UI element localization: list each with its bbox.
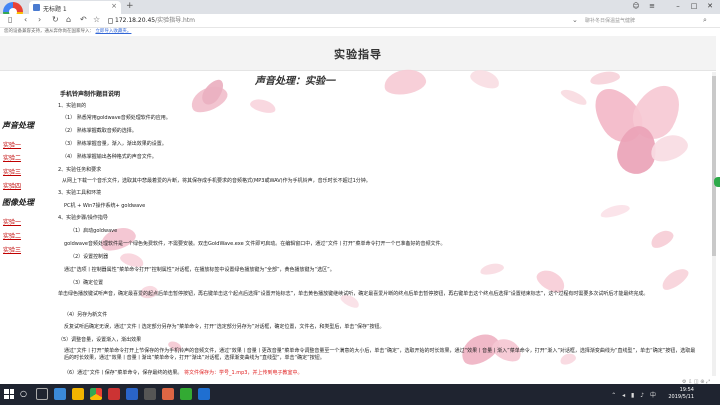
minimize-button[interactable]: – xyxy=(670,0,686,14)
flower-petal-image xyxy=(648,226,676,252)
upload-instruction: 将文件保存为：学号_1.mp3，并上传到电子教室中。 xyxy=(183,370,303,376)
app-taskbar-icon[interactable] xyxy=(198,388,210,400)
system-tray-icons[interactable]: ⌃ ◂ ▮ ♪ 中 xyxy=(611,390,658,399)
sidebar-item-sound-exp4[interactable]: 实验四 xyxy=(3,181,21,190)
sub-heading: （4）另存为新文件 xyxy=(64,312,108,318)
edge-browser-icon[interactable] xyxy=(54,388,66,400)
forward-button[interactable]: › xyxy=(38,15,41,24)
address-toolbar: ▯ ‹ › ↻ ⌂ ↶ ☆ 172.18.20.45/实验指导.htm ⌄ 聊补… xyxy=(0,14,720,28)
flower-petal-image xyxy=(559,86,589,108)
search-input[interactable]: 聊补冬日保温益气健脾 xyxy=(583,16,701,26)
import-info-bar: 您的设备兼容支持，通从奔你尚在国家导入： 立即导入收藏夹。 xyxy=(0,28,720,36)
window-controls: ☺ ≡ – □ ✕ xyxy=(628,0,718,14)
text-line: 通过“选项丨控制器属性”菜单命令打开“控制属性”对话框，在播放标签中设置绿色播放… xyxy=(64,267,335,273)
menu-icon[interactable]: ≡ xyxy=(644,0,660,14)
app-taskbar-icon[interactable] xyxy=(180,388,192,400)
flower-petal-image xyxy=(589,69,621,87)
browser-window: 无标题 1 × + ☺ ≡ – □ ✕ ▯ ‹ › ↻ ⌂ ↶ ☆ 172.18… xyxy=(0,0,720,405)
sidebar-toggle-icon[interactable]: ▯ xyxy=(8,15,12,24)
step-heading: 4、实验步骤/操作指导 xyxy=(58,215,108,221)
section-heading: 手机铃声制作题目说明 xyxy=(60,91,121,98)
flower-petal-image xyxy=(658,264,692,294)
text-paragraph: 通过“文件丨打开”菜单命令打开上节保存的作为手机铃声的音频文件，通过“效果丨音量… xyxy=(64,348,696,361)
dropdown-chevron-icon[interactable]: ⌄ xyxy=(572,16,578,24)
step-heading: 1、实验目的 xyxy=(58,103,87,109)
sidebar-item-image-exp1[interactable]: 实验一 xyxy=(3,217,21,226)
task-view-icon[interactable] xyxy=(36,388,48,400)
clock[interactable]: 19:54 2019/5/11 xyxy=(668,387,694,401)
flower-petal-image xyxy=(599,202,631,220)
text-line: 从网上下载一个音乐文件，选取其中悲最着爱的片断，将其保存成手机要求的音频格式(M… xyxy=(62,178,371,184)
sidebar-item-sound-exp3[interactable]: 实验三 xyxy=(3,167,21,176)
text-line: PC机 + Win7操作系统+ goldwave xyxy=(64,203,146,209)
address-host: 172.18.20.45 xyxy=(115,17,156,24)
close-window-button[interactable]: ✕ xyxy=(702,0,718,14)
text-line: （6）通过“文件丨保存”菜单命令，保存最终的结果。 将文件保存为：学号_1.mp… xyxy=(64,369,302,376)
home-button[interactable]: ⌂ xyxy=(66,15,71,24)
back-button[interactable]: ‹ xyxy=(24,15,27,24)
web-page: 实验指导 声音处理 实验一 实验二 实验三 实验四 图像处理 实验一 实验二 实… xyxy=(0,36,716,376)
sidebar-section-image: 图像处理 xyxy=(2,197,34,207)
file-explorer-icon[interactable] xyxy=(72,388,84,400)
tab-title: 无标题 1 xyxy=(43,6,67,13)
text-line: （4） 熟练掌握输出各种格式的声音文件。 xyxy=(62,154,157,160)
text-paragraph: 单击绿色播放键试听声音，确定最喜爱的起点后单击暂停按钮，再右键单击这个起点后选择… xyxy=(58,291,649,297)
sub-heading: （3）确定位置 xyxy=(70,280,104,286)
page-favicon-icon xyxy=(33,4,40,11)
new-tab-button[interactable]: + xyxy=(126,1,134,11)
page-title: 实验指导 xyxy=(334,48,382,61)
address-path: /实验指导.htm xyxy=(155,17,196,24)
flower-petal-image xyxy=(248,96,278,116)
app-taskbar-icon[interactable] xyxy=(144,388,156,400)
tab-strip: 无标题 1 × + ☺ ≡ – □ ✕ xyxy=(0,0,720,22)
undo-close-icon[interactable]: ↶ xyxy=(80,15,87,24)
sub-heading: （1）启动goldwave xyxy=(70,228,118,234)
address-bar[interactable]: 172.18.20.45/实验指导.htm xyxy=(108,16,568,26)
info-text: 您的设备兼容支持，通从奔你尚在国家导入： xyxy=(4,29,94,34)
browser-taskbar-icon[interactable] xyxy=(90,388,102,400)
favorite-star-icon[interactable]: ☆ xyxy=(93,15,100,24)
step-heading: 3、实验工具和环境 xyxy=(58,190,102,196)
app-taskbar-icon[interactable] xyxy=(126,388,138,400)
tab-close-icon[interactable]: × xyxy=(111,2,117,10)
sidebar-section-sound: 声音处理 xyxy=(2,120,34,130)
taskbar-search-icon[interactable]: ○ xyxy=(20,389,27,398)
app-taskbar-icon[interactable] xyxy=(162,388,174,400)
clock-time: 19:54 xyxy=(679,387,694,393)
sidebar-item-sound-exp2[interactable]: 实验二 xyxy=(3,153,21,162)
clock-date: 2019/5/11 xyxy=(668,394,694,400)
step-heading: 2、实验任务和要求 xyxy=(58,167,102,173)
import-link[interactable]: 立即导入收藏夹。 xyxy=(95,29,131,34)
text-line: （3） 熟练掌握音量，渐入，渐出效果的设置。 xyxy=(62,141,167,147)
sidebar-nav: 声音处理 实验一 实验二 实验三 实验四 图像处理 实验一 实验二 实验三 xyxy=(0,71,44,376)
windows-start-icon[interactable] xyxy=(4,389,14,399)
os-taskbar: ○ ⌃ ◂ ▮ ♪ 中 19:54 2019/5/11 xyxy=(0,384,720,405)
search-icon[interactable]: ⌕ xyxy=(703,16,707,25)
text-line: goldwave音频处理软件是一个绿色免费软件，不需要安装。双击GoldWave… xyxy=(64,241,446,247)
sidebar-item-image-exp3[interactable]: 实验三 xyxy=(3,245,21,254)
flower-petal-image xyxy=(382,66,428,98)
sidebar-item-image-exp2[interactable]: 实验二 xyxy=(3,231,21,240)
sub-heading: （2）设置控制器 xyxy=(70,254,109,260)
user-icon[interactable]: ☺ xyxy=(628,0,644,14)
text-line: （2） 熟练掌握截取音频的选择。 xyxy=(62,128,137,134)
flower-petal-image xyxy=(479,261,505,277)
side-widget-icon[interactable] xyxy=(714,177,720,187)
reload-button[interactable]: ↻ xyxy=(52,15,59,24)
scrollbar-thumb[interactable] xyxy=(712,76,716,256)
content-title: 声音处理：实验一 xyxy=(255,76,335,87)
page-header: 实验指导 xyxy=(0,36,716,71)
sidebar-item-sound-exp1[interactable]: 实验一 xyxy=(3,140,21,149)
security-icon xyxy=(108,18,113,24)
sub-heading: （5）调整音量，设置渐入，渐出效果 xyxy=(58,337,142,343)
text-line: （1） 熟悉常用goldwave音频处理软件的应用。 xyxy=(62,115,171,121)
tab-active[interactable]: 无标题 1 × xyxy=(29,1,121,14)
text-line: 反复试听后确定无误，通过“文件丨选定部分另存为”菜单命令，打开“选定部分另存为”… xyxy=(64,324,385,330)
app-taskbar-icon[interactable] xyxy=(108,388,120,400)
save-instruction: （6）通过“文件丨保存”菜单命令，保存最终的结果。 xyxy=(64,370,183,376)
maximize-button[interactable]: □ xyxy=(686,0,702,14)
